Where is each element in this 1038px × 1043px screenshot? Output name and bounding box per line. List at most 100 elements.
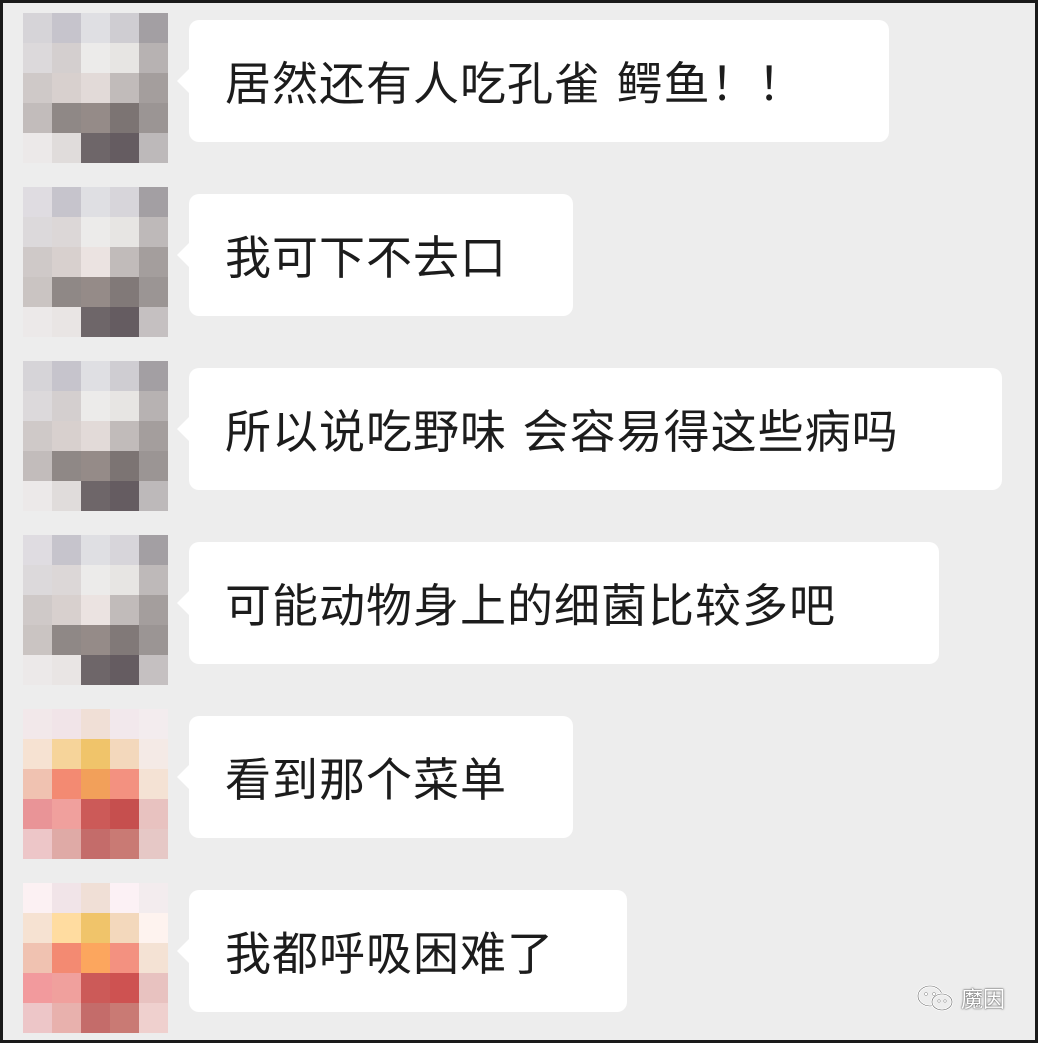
avatar-pixel: [110, 451, 139, 481]
avatar-pixel: [23, 277, 52, 307]
avatar[interactable]: [23, 883, 168, 1033]
message-text: 看到那个菜单: [225, 753, 507, 807]
chat-message: 所以说吃野味 会容易得这些病吗: [23, 351, 1023, 511]
chat-message: 我可下不去口: [23, 177, 1023, 337]
avatar-pixel: [139, 217, 168, 247]
avatar-pixel: [23, 73, 52, 103]
avatar-pixel: [52, 421, 81, 451]
avatar-pixel: [139, 709, 168, 739]
wechat-icon: [916, 984, 954, 1012]
message-bubble: 可能动物身上的细菌比较多吧: [177, 542, 939, 664]
avatar-pixel: [139, 247, 168, 277]
avatar-pixel: [23, 883, 52, 913]
avatar-pixel: [81, 451, 110, 481]
avatar-pixel: [52, 829, 81, 859]
avatar-pixel: [81, 43, 110, 73]
avatar[interactable]: [23, 361, 168, 511]
chat-message: 我都呼吸困难了: [23, 873, 1023, 1033]
avatar-pixel: [81, 13, 110, 43]
avatar-pixel: [52, 103, 81, 133]
avatar-pixel: [23, 769, 52, 799]
avatar-pixel: [52, 73, 81, 103]
avatar-pixel: [139, 535, 168, 565]
avatar[interactable]: [23, 709, 168, 859]
avatar-pixel: [139, 565, 168, 595]
avatar-pixel: [23, 451, 52, 481]
avatar-pixel: [52, 217, 81, 247]
avatar-pixel: [139, 973, 168, 1003]
avatar-pixel: [52, 913, 81, 943]
avatar-pixel: [139, 595, 168, 625]
chat-message: 看到那个菜单: [23, 699, 1023, 859]
avatar-pixel: [52, 133, 81, 163]
avatar-pixel: [110, 709, 139, 739]
avatar-pixel: [139, 883, 168, 913]
avatar[interactable]: [23, 535, 168, 685]
avatar-pixel: [52, 709, 81, 739]
avatar-pixel: [139, 769, 168, 799]
avatar-pixel: [139, 655, 168, 685]
avatar-pixel: [110, 973, 139, 1003]
avatar-pixel: [23, 217, 52, 247]
avatar-pixel: [110, 361, 139, 391]
avatar-pixel: [81, 565, 110, 595]
avatar-pixel: [23, 829, 52, 859]
avatar-pixel: [23, 625, 52, 655]
avatar-pixel: [81, 103, 110, 133]
avatar-pixel: [110, 421, 139, 451]
avatar-pixel: [81, 943, 110, 973]
avatar-pixel: [110, 1003, 139, 1033]
avatar-pixel: [81, 361, 110, 391]
avatar-pixel: [81, 187, 110, 217]
avatar-pixel: [23, 103, 52, 133]
avatar-pixel: [52, 595, 81, 625]
avatar-pixel: [52, 943, 81, 973]
message-bubble: 看到那个菜单: [177, 716, 573, 838]
avatar-pixel: [110, 769, 139, 799]
avatar-pixel: [110, 913, 139, 943]
avatar-pixel: [52, 799, 81, 829]
message-text: 可能动物身上的细菌比较多吧: [225, 579, 836, 633]
avatar-pixel: [81, 913, 110, 943]
avatar-pixel: [110, 655, 139, 685]
avatar[interactable]: [23, 13, 168, 163]
avatar-pixel: [52, 391, 81, 421]
avatar-pixel: [23, 913, 52, 943]
avatar-pixel: [23, 13, 52, 43]
avatar-pixel: [110, 943, 139, 973]
avatar-pixel: [110, 829, 139, 859]
avatar-pixel: [23, 739, 52, 769]
avatar-pixel: [52, 481, 81, 511]
avatar-pixel: [81, 973, 110, 1003]
avatar-pixel: [139, 43, 168, 73]
avatar-pixel: [23, 943, 52, 973]
avatar-pixel: [52, 973, 81, 1003]
message-text: 我可下不去口: [225, 231, 507, 285]
avatar-pixel: [139, 133, 168, 163]
chat-message: 可能动物身上的细菌比较多吧: [23, 525, 1023, 685]
avatar-pixel: [52, 565, 81, 595]
avatar-pixel: [81, 133, 110, 163]
avatar-pixel: [52, 535, 81, 565]
avatar-pixel: [139, 625, 168, 655]
message-text: 我都呼吸困难了: [225, 927, 554, 981]
avatar-pixel: [81, 829, 110, 859]
avatar-pixel: [81, 883, 110, 913]
avatar[interactable]: [23, 187, 168, 337]
avatar-pixel: [110, 187, 139, 217]
avatar-pixel: [23, 595, 52, 625]
avatar-pixel: [81, 595, 110, 625]
avatar-pixel: [139, 391, 168, 421]
avatar-pixel: [139, 829, 168, 859]
avatar-pixel: [81, 1003, 110, 1033]
avatar-pixel: [110, 217, 139, 247]
avatar-pixel: [23, 247, 52, 277]
avatar-pixel: [139, 103, 168, 133]
avatar-pixel: [23, 133, 52, 163]
message-bubble: 居然还有人吃孔雀 鳄鱼！！: [177, 20, 889, 142]
avatar-pixel: [81, 217, 110, 247]
avatar-pixel: [81, 769, 110, 799]
avatar-pixel: [81, 625, 110, 655]
avatar-pixel: [23, 565, 52, 595]
avatar-pixel: [52, 739, 81, 769]
